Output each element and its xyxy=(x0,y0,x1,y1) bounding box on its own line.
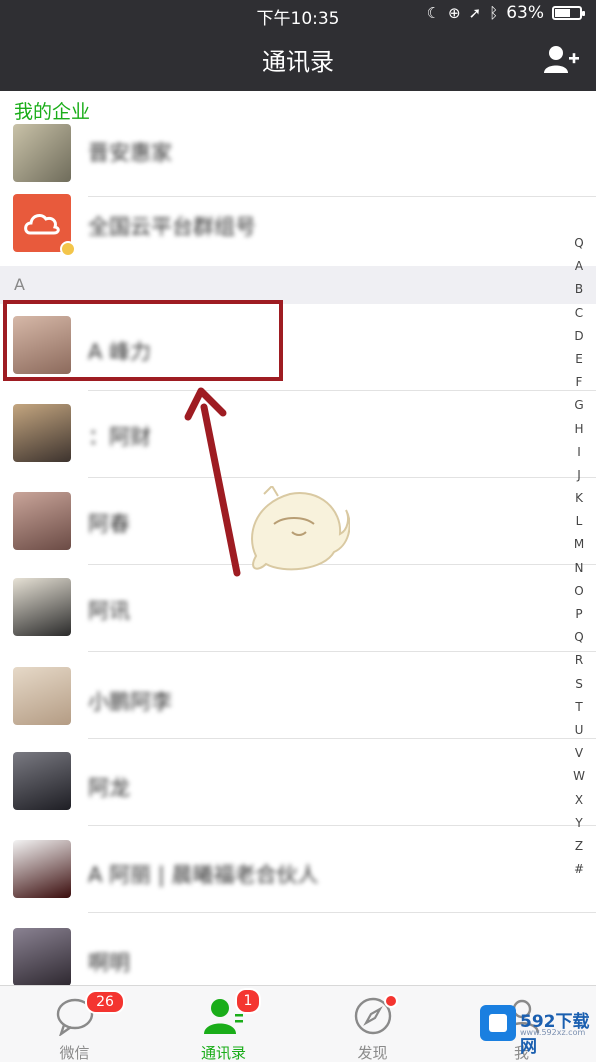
status-bar: 下午10:35 ☾ ⊕ ➚ ᛒ 63% xyxy=(0,0,596,29)
index-letter[interactable]: Y xyxy=(569,812,589,835)
index-letter[interactable]: U xyxy=(569,719,589,742)
avatar xyxy=(13,840,71,898)
contact-name: 晋安惠家 xyxy=(88,141,172,165)
avatar xyxy=(13,928,71,986)
contact-name: 阿讯 xyxy=(88,599,130,623)
contact-row[interactable]: ：阿财 xyxy=(0,391,596,478)
index-letter[interactable]: N xyxy=(569,557,589,580)
index-letter[interactable]: O xyxy=(569,580,589,603)
index-letter[interactable]: X xyxy=(569,789,589,812)
index-letter[interactable]: C xyxy=(569,302,589,325)
index-letter[interactable]: A xyxy=(569,255,589,278)
index-letter[interactable]: S xyxy=(569,673,589,696)
index-letter[interactable]: M xyxy=(569,533,589,556)
avatar xyxy=(13,578,71,636)
unread-badge: 1 xyxy=(235,988,261,1014)
battery-percent: 63% xyxy=(506,3,544,23)
bluetooth-icon: ᛒ xyxy=(489,4,499,22)
tab-label: 微信 xyxy=(59,1044,90,1062)
dot-badge xyxy=(384,994,398,1008)
index-letter[interactable]: D xyxy=(569,325,589,348)
contact-name: A 阿丽 | 晨曦福老合伙人 xyxy=(88,863,319,887)
moon-icon: ☾ xyxy=(426,4,441,22)
avatar xyxy=(13,667,71,725)
tab-discover[interactable]: 发现 xyxy=(298,986,447,1062)
contact-name: 全国云平台群组号 xyxy=(88,215,256,239)
site-watermark: 592下载网 www.592xz.com xyxy=(480,1003,596,1057)
index-letter[interactable]: L xyxy=(569,510,589,533)
tab-label: 发现 xyxy=(357,1044,388,1062)
contact-name: 阿龙 xyxy=(88,776,130,800)
watermark-sub: www.592xz.com xyxy=(520,1028,586,1037)
index-letter[interactable]: H xyxy=(569,418,589,441)
index-letter[interactable]: Q xyxy=(569,626,589,649)
contact-row[interactable]: 阿讯 xyxy=(0,565,596,652)
index-letter[interactable]: # xyxy=(569,858,589,881)
avatar xyxy=(13,492,71,550)
page-title: 通讯录 xyxy=(262,48,334,76)
watermark-logo-icon xyxy=(480,1005,516,1041)
index-letter[interactable]: E xyxy=(569,348,589,371)
status-right: ☾ ⊕ ➚ ᛒ 63% xyxy=(426,3,585,23)
contact-name: ：阿财 xyxy=(88,425,151,449)
add-contact-icon[interactable] xyxy=(542,44,580,74)
index-letter[interactable]: I xyxy=(569,441,589,464)
index-letter[interactable]: F xyxy=(569,371,589,394)
index-letter[interactable]: P xyxy=(569,603,589,626)
tab-contacts[interactable]: 1 通讯录 xyxy=(149,986,298,1062)
arrow-annotation-icon xyxy=(184,387,241,577)
contact-row[interactable]: A 阿丽 | 晨曦福老合伙人 xyxy=(0,826,596,913)
mascot-sticker-icon xyxy=(251,486,350,571)
contact-name: 啊明 xyxy=(88,951,130,975)
location-icon: ➚ xyxy=(468,4,482,22)
unread-badge: 26 xyxy=(85,990,125,1014)
index-letter[interactable]: V xyxy=(569,742,589,765)
battery-icon xyxy=(552,6,585,20)
tab-chats[interactable]: 26 微信 xyxy=(0,986,149,1062)
index-letter[interactable]: G xyxy=(569,394,589,417)
contact-row[interactable]: 阿龙 xyxy=(0,739,596,826)
index-letter[interactable]: R xyxy=(569,649,589,672)
index-letter[interactable]: B xyxy=(569,278,589,301)
contact-name: 小鹏阿李 xyxy=(88,690,172,714)
avatar xyxy=(13,752,71,810)
avatar xyxy=(13,404,71,462)
index-letter[interactable]: K xyxy=(569,487,589,510)
verified-icon xyxy=(60,241,76,257)
tab-label: 通讯录 xyxy=(200,1044,246,1062)
index-letter[interactable]: T xyxy=(569,696,589,719)
contact-row[interactable]: 全国云平台群组号 xyxy=(0,179,596,266)
index-letter[interactable]: Z xyxy=(569,835,589,858)
lock-rotation-icon: ⊕ xyxy=(448,4,461,22)
top-bar: 下午10:35 ☾ ⊕ ➚ ᛒ 63% 通讯录 xyxy=(0,0,596,91)
index-letter[interactable]: J xyxy=(569,464,589,487)
cloud-icon xyxy=(24,214,60,235)
section-label: A xyxy=(14,275,25,294)
section-header-a: A xyxy=(0,266,596,304)
contact-row[interactable]: 小鹏阿李 xyxy=(0,652,596,739)
contact-name: 阿春 xyxy=(88,512,130,536)
index-letter[interactable]: W xyxy=(569,765,589,788)
index-letter[interactable]: Q xyxy=(569,232,589,255)
avatar xyxy=(13,124,71,182)
highlight-box xyxy=(3,300,283,381)
alphabet-index[interactable]: Q A B C D E F G H I J K L M N O P Q R S T U V W X Y Z # xyxy=(569,232,589,881)
